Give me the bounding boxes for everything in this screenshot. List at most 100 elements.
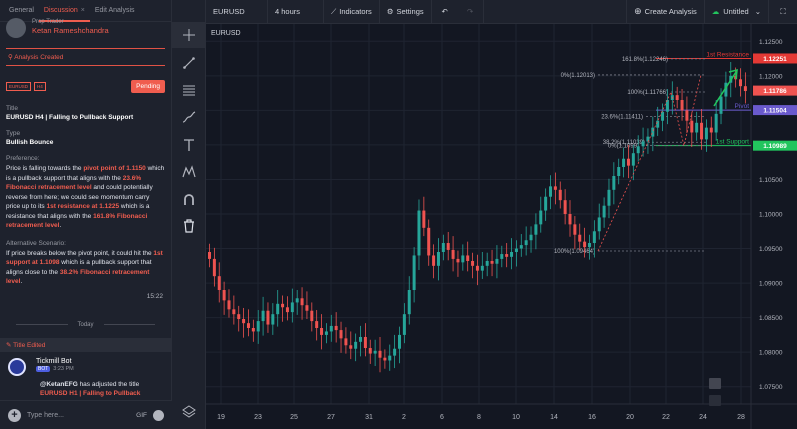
indicators-label: Indicators: [339, 7, 372, 16]
symbol-search[interactable]: EURUSD: [206, 0, 268, 24]
candle-body: [315, 321, 319, 328]
candle-body: [700, 122, 704, 140]
brush-icon[interactable]: [172, 104, 206, 130]
price-chart[interactable]: 1.125001.120001.115001.110001.105001.100…: [206, 24, 797, 429]
alternative-segment: If price breaks below the pivot point, i…: [6, 249, 154, 257]
post-type: Bullish Bounce: [6, 139, 54, 146]
bot-badge: BOT: [36, 365, 51, 372]
candle-body: [436, 252, 440, 266]
trend-line-icon[interactable]: [172, 50, 206, 76]
candle-body: [242, 319, 246, 324]
candle-body: [534, 224, 538, 235]
crosshair-icon[interactable]: [172, 22, 206, 48]
text-icon[interactable]: [172, 132, 206, 158]
candle-body: [495, 258, 499, 264]
message-input[interactable]: Type here...: [27, 412, 136, 419]
candle-body: [344, 338, 348, 346]
discussion-panel: General Discussion × Edit Analysis Prop T…: [0, 0, 172, 429]
close-icon[interactable]: ×: [81, 7, 85, 14]
candle-body: [388, 355, 392, 361]
drawing-toolbar: [172, 0, 206, 429]
emoji-icon[interactable]: [153, 409, 164, 421]
layout-label: Untitled: [723, 7, 749, 16]
price-marker-label: 1.12251: [763, 56, 787, 63]
magnet-icon[interactable]: [172, 187, 206, 213]
candle-body: [310, 310, 314, 322]
plus-icon: ⊕: [634, 6, 642, 16]
candle-body: [427, 227, 431, 256]
pencil-icon: [709, 378, 721, 389]
candle-body: [641, 141, 645, 147]
title-edited-header: ✎ Title Edited: [0, 337, 171, 352]
date-divider: Today: [0, 322, 171, 328]
candle-body: [383, 357, 387, 361]
candle-body: [451, 249, 455, 259]
message-composer: + Type here... GIF: [0, 400, 172, 429]
avatar: [6, 18, 26, 38]
candle-body: [587, 243, 591, 248]
y-tick-label: 1.07500: [759, 384, 783, 391]
bot-avatar: [8, 357, 26, 376]
candle-body: [349, 345, 353, 349]
candle-body: [290, 302, 294, 313]
title-label: Title: [6, 105, 19, 112]
layers-icon[interactable]: [172, 398, 206, 424]
candle-body: [558, 189, 562, 201]
candle-body: [285, 307, 289, 313]
fullscreen-icon[interactable]: ⛶: [769, 0, 797, 24]
candle-body: [432, 255, 436, 266]
author-name[interactable]: Ketan Rameshchandra: [32, 26, 109, 35]
post-title: EURUSD H4 | Falling to Pullback Support: [6, 114, 134, 121]
level-label: Pivot: [735, 103, 750, 110]
settings-button[interactable]: ⚙ Settings: [380, 0, 432, 24]
preference-label: Preference:: [6, 155, 40, 162]
candle-body: [217, 276, 221, 290]
candle-body: [334, 325, 338, 331]
candle-body: [373, 350, 377, 354]
candle-body: [626, 158, 630, 166]
candle-body: [651, 127, 655, 137]
undo-icon[interactable]: ↶: [432, 0, 458, 24]
candle-body: [393, 348, 397, 356]
price-marker-label: 1.11786: [763, 88, 787, 95]
x-tick-label: 28: [737, 414, 745, 421]
level-label: 1st Resistance: [706, 51, 749, 58]
candle-body: [690, 120, 694, 133]
candle-body: [510, 252, 514, 257]
candle-body: [466, 255, 470, 261]
gif-button[interactable]: GIF: [136, 412, 147, 419]
plus-icon[interactable]: +: [8, 408, 21, 422]
candle-body: [539, 210, 543, 225]
candle-body: [461, 255, 465, 263]
candle-body: [602, 205, 606, 218]
timeframe-tag: H4: [34, 81, 46, 91]
candle-body: [573, 224, 577, 235]
candle-body: [261, 310, 265, 322]
indicators-button[interactable]: ⟋ Indicators: [324, 0, 380, 24]
chart-type-icon: ⟋: [331, 6, 337, 16]
bot-message-segment: has adjusted the title: [77, 380, 140, 388]
layout-select[interactable]: ☁ Untitled ⌄: [705, 0, 769, 24]
candle-body: [422, 210, 426, 228]
redo-icon[interactable]: ↷: [458, 0, 484, 24]
y-tick-label: 1.12500: [759, 39, 783, 46]
interval-select[interactable]: 4 hours: [268, 0, 324, 24]
y-tick-label: 1.10000: [759, 212, 783, 219]
candle-body: [656, 120, 660, 128]
trash-icon[interactable]: [172, 213, 206, 239]
candle-body: [631, 153, 635, 166]
pattern-icon[interactable]: [172, 159, 206, 185]
analysis-created-text: Analysis Created: [14, 54, 64, 61]
candle-body: [529, 234, 533, 241]
candle-body: [266, 310, 270, 325]
pending-button[interactable]: Pending: [131, 79, 165, 93]
candle-body: [704, 127, 708, 140]
candle-body: [514, 248, 518, 252]
x-tick-label: 19: [217, 414, 225, 421]
candle-body: [412, 255, 416, 290]
candle-body: [456, 258, 460, 263]
candle-body: [485, 260, 489, 266]
preference-segment: Price is falling towards the: [6, 165, 84, 172]
fib-retracement-icon[interactable]: [172, 77, 206, 103]
create-analysis-button[interactable]: ⊕ Create Analysis: [626, 0, 705, 24]
